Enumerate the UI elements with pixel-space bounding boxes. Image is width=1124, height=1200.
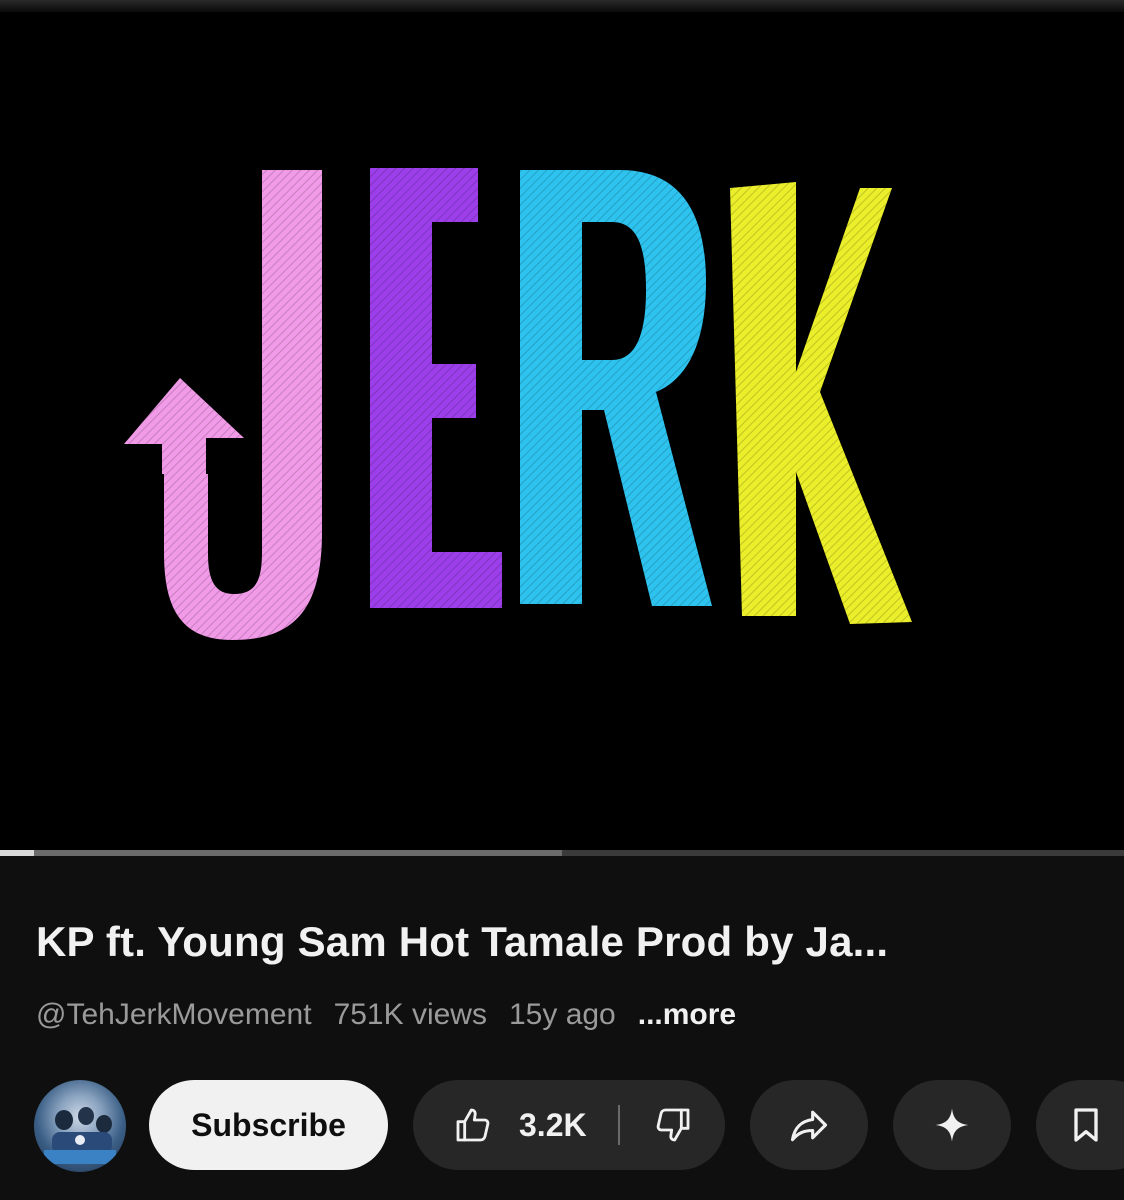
sparkle-button[interactable] [893,1080,1011,1170]
share-button[interactable] [750,1080,868,1170]
like-dislike-group: 3.2K [413,1080,725,1170]
progress-buffered [0,850,562,856]
view-count: 751K views [333,998,487,1031]
logo-letter-texture [124,170,322,640]
dislike-button[interactable] [620,1080,725,1170]
logo-letter-texture [520,170,712,606]
logo-letter-texture [730,182,912,624]
jerk-logo [124,168,912,640]
top-edge-strip [0,0,1124,12]
progress-bar[interactable] [0,850,1124,856]
share-arrow-icon [787,1103,831,1147]
thumbs-up-icon [453,1105,493,1145]
subscribe-button[interactable]: Subscribe [149,1080,388,1170]
like-button[interactable]: 3.2K [413,1080,618,1170]
upload-age: 15y ago [508,998,616,1031]
logo-letter-texture [370,168,502,608]
more-link[interactable]: ...more [638,998,736,1032]
video-title[interactable]: KP ft. Young Sam Hot Tamale Prod by Ja..… [36,918,1096,966]
youtube-watch-page: KP ft. Young Sam Hot Tamale Prod by Ja..… [0,0,1124,1200]
channel-avatar[interactable] [34,1080,126,1172]
sparkle-icon [932,1105,972,1145]
video-meta-row: @TehJerkMovement 751K views 15y ago ...m… [36,998,736,1032]
like-count: 3.2K [519,1106,587,1143]
avatar-image [44,1107,116,1164]
channel-handle[interactable]: @TehJerkMovement [36,998,312,1032]
video-player[interactable] [0,12,1124,850]
progress-played [0,850,34,856]
thumbs-down-icon [653,1105,693,1145]
bookmark-icon [1066,1105,1106,1145]
save-button[interactable] [1036,1080,1124,1170]
action-bar: Subscribe 3.2K [0,1078,1124,1172]
